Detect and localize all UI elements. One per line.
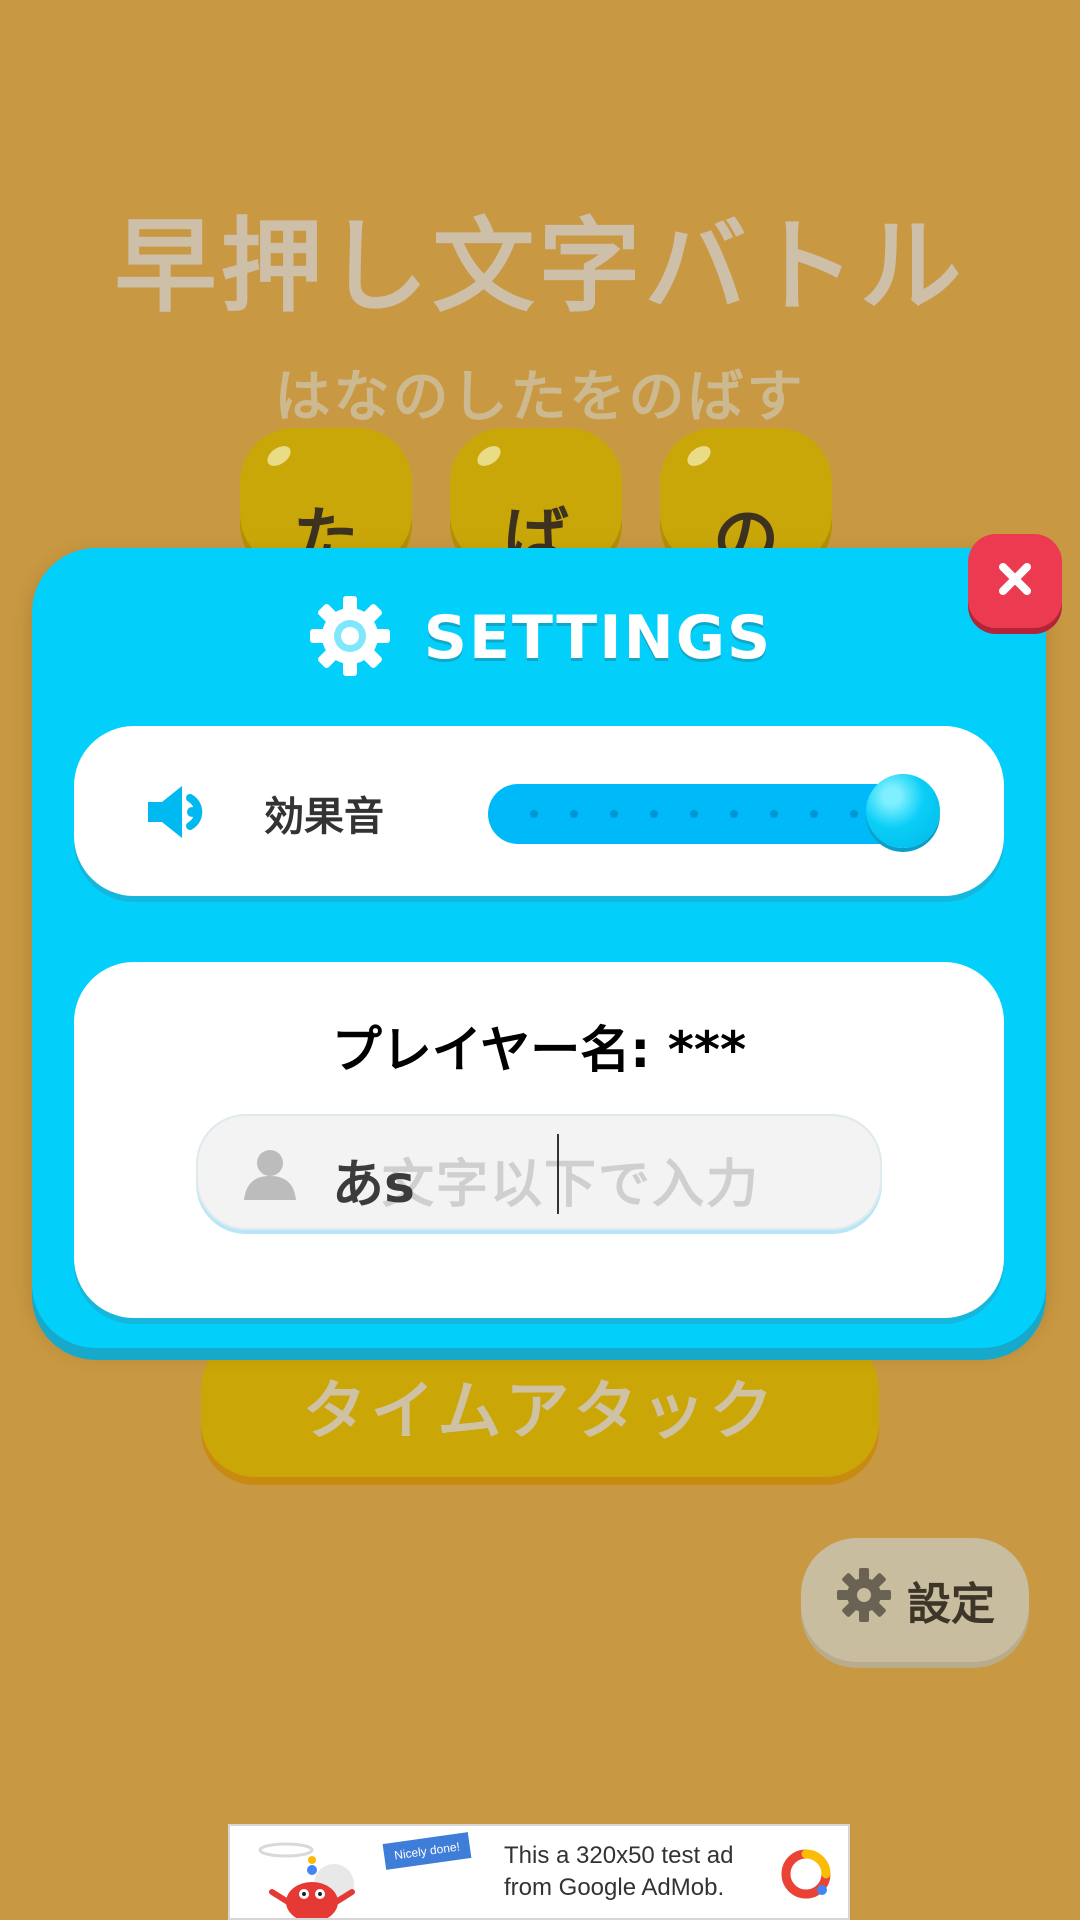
player-name-input[interactable]: 文字以下で入力 あs (196, 1114, 882, 1230)
slider-handle[interactable] (866, 774, 940, 848)
gear-icon (835, 1566, 893, 1635)
user-icon (242, 1146, 298, 1206)
sound-volume-slider[interactable] (488, 784, 928, 844)
ad-badge: Nicely done! (382, 1832, 472, 1870)
game-title: 早押し文字バトル (114, 208, 966, 327)
settings-modal: SETTINGS 効果音 プレイヤー名: *** 文字以下で入力 あs (32, 548, 1046, 1348)
close-button[interactable] (968, 534, 1062, 628)
ad-line: This a 320x50 test ad (504, 1842, 734, 1869)
close-icon (995, 559, 1035, 603)
modal-title: SETTINGS (423, 603, 773, 673)
settings-button[interactable]: 設定 (801, 1538, 1029, 1662)
player-name-label: プレイヤー名: *** (331, 1021, 747, 1079)
player-name-card: プレイヤー名: *** 文字以下で入力 あs (74, 962, 1004, 1318)
mascot-icon (250, 1836, 380, 1918)
settings-button-label: 設定 (907, 1579, 995, 1630)
gear-icon (306, 592, 394, 684)
modal-header: SETTINGS (32, 588, 1046, 688)
speaker-icon (144, 782, 214, 846)
sound-settings-card: 効果音 (74, 726, 1004, 896)
time-attack-button[interactable]: タイムアタック (201, 1335, 879, 1477)
sound-effects-label: 効果音 (264, 794, 384, 840)
ad-line: from Google AdMob. (504, 1874, 725, 1901)
ad-text: This a 320x50 test ad from Google AdMob. (504, 1840, 733, 1904)
ad-banner[interactable]: Nicely done! This a 320x50 test ad from … (228, 1824, 850, 1920)
admob-logo-icon (780, 1848, 832, 1904)
text-caret (557, 1134, 559, 1214)
input-placeholder: 文字以下で入力 (382, 1155, 761, 1215)
game-subtitle: はなのしたをのばす (274, 365, 806, 430)
input-value: あs (332, 1155, 415, 1215)
